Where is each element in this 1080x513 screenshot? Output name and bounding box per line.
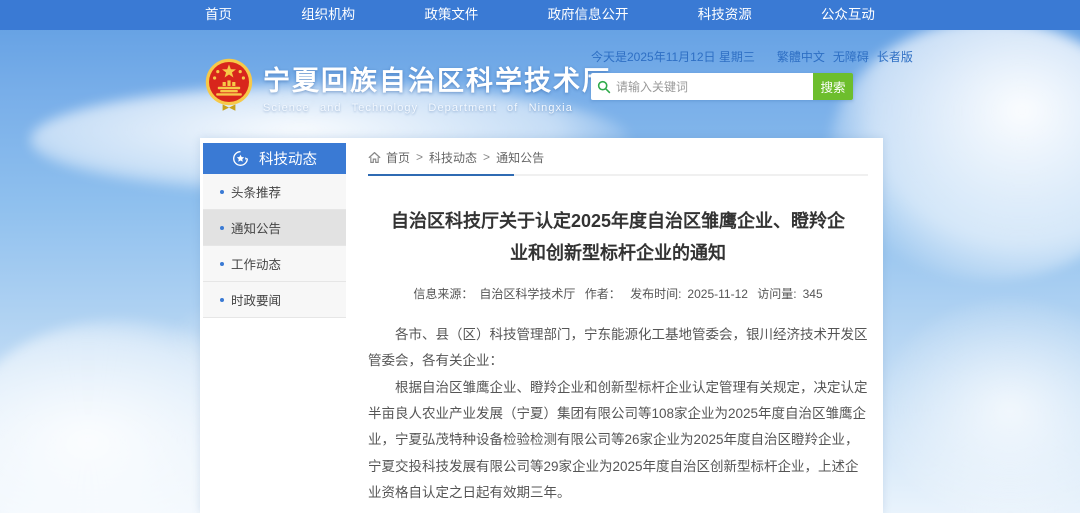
meta-source-label: 信息来源：	[413, 287, 473, 301]
breadcrumb-notices[interactable]: 通知公告	[496, 149, 544, 166]
breadcrumb-divider	[368, 174, 868, 176]
meta-publish-date: 2025-11-12	[687, 287, 748, 301]
elderly-version-link[interactable]: 长者版	[877, 48, 913, 65]
sidebar-item-work-news[interactable]: 工作动态	[203, 246, 346, 282]
home-icon	[368, 151, 381, 164]
meta-source: 自治区科学技术厅	[479, 287, 575, 301]
current-date: 今天是2025年11月12日 星期三	[591, 48, 755, 65]
article-body: 各市、县（区）科技管理部门，宁东能源化工基地管委会，银川经济技术开发区管委会，各…	[368, 322, 868, 506]
breadcrumb: 首页 > 科技动态 > 通知公告	[368, 146, 868, 168]
sidebar-header: 科技动态	[203, 143, 346, 174]
nav-item-gov-info[interactable]: 政府信息公开	[538, 0, 639, 30]
traditional-chinese-link[interactable]: 繁體中文	[777, 48, 825, 65]
meta-author-label: 作者：	[585, 287, 621, 301]
sidebar-item-politics-news[interactable]: 时政要闻	[203, 282, 346, 318]
bullet-dot-icon	[220, 262, 224, 266]
breadcrumb-home[interactable]: 首页	[386, 149, 410, 166]
sidebar: 科技动态 头条推荐 通知公告 工作动态 时政要闻	[203, 143, 346, 318]
bullet-dot-icon	[220, 190, 224, 194]
search-button[interactable]: 搜索	[813, 73, 853, 100]
sidebar-item-headlines[interactable]: 头条推荐	[203, 174, 346, 210]
article-paragraph: 各市、县（区）科技管理部门，宁东能源化工基地管委会，银川经济技术开发区管委会，各…	[368, 322, 868, 375]
site-title: 宁夏回族自治区科学技术厅	[263, 59, 611, 98]
meta-publish-label: 发布时间:	[630, 287, 681, 301]
accessibility-link[interactable]: 无障碍	[833, 48, 869, 65]
site-header: 宁夏回族自治区科学技术厅 Science and Technology Depa…	[200, 30, 883, 138]
sidebar-item-notices[interactable]: 通知公告	[203, 210, 346, 246]
site-brand: 宁夏回族自治区科学技术厅 Science and Technology Depa…	[203, 58, 611, 114]
article-area: 首页 > 科技动态 > 通知公告 自治区科技厅关于认定2025年度自治区雏鹰企业…	[368, 146, 868, 513]
article-paragraph: 根据自治区雏鹰企业、瞪羚企业和创新型标杆企业认定管理有关规定，决定认定半亩良人农…	[368, 375, 868, 507]
search-input[interactable]	[616, 80, 807, 94]
nav-item-home[interactable]: 首页	[195, 0, 242, 30]
top-navigation-bar: 首页 组织机构 政策文件 政府信息公开 科技资源 公众互动	[0, 0, 1080, 30]
cloud-decoration	[880, 300, 1080, 513]
search-bar: 搜索	[591, 73, 853, 100]
article-title: 自治区科技厅关于认定2025年度自治区雏鹰企业、瞪羚企业和创新型标杆企业的通知	[383, 206, 853, 269]
meta-views-label: 访问量:	[757, 287, 796, 301]
site-subtitle: Science and Technology Department of Nin…	[263, 102, 611, 114]
article-meta: 信息来源： 自治区科学技术厅 作者： 发布时间: 2025-11-12 访问量: 34…	[368, 285, 868, 302]
nav-item-sci-resources[interactable]: 科技资源	[688, 0, 762, 30]
national-emblem-logo	[203, 58, 255, 114]
main-panel: 科技动态 头条推荐 通知公告 工作动态 时政要闻	[200, 138, 883, 513]
nav-item-policy[interactable]: 政策文件	[414, 0, 488, 30]
meta-views: 345	[803, 287, 823, 301]
search-icon	[597, 80, 611, 94]
bullet-dot-icon	[220, 226, 224, 230]
nav-item-public-interaction[interactable]: 公众互动	[811, 0, 885, 30]
sidebar-title: 科技动态	[259, 148, 317, 169]
breadcrumb-sci-news[interactable]: 科技动态	[429, 149, 477, 166]
bullet-dot-icon	[220, 298, 224, 302]
nav-item-organization[interactable]: 组织机构	[291, 0, 365, 30]
sci-news-icon	[232, 150, 249, 167]
